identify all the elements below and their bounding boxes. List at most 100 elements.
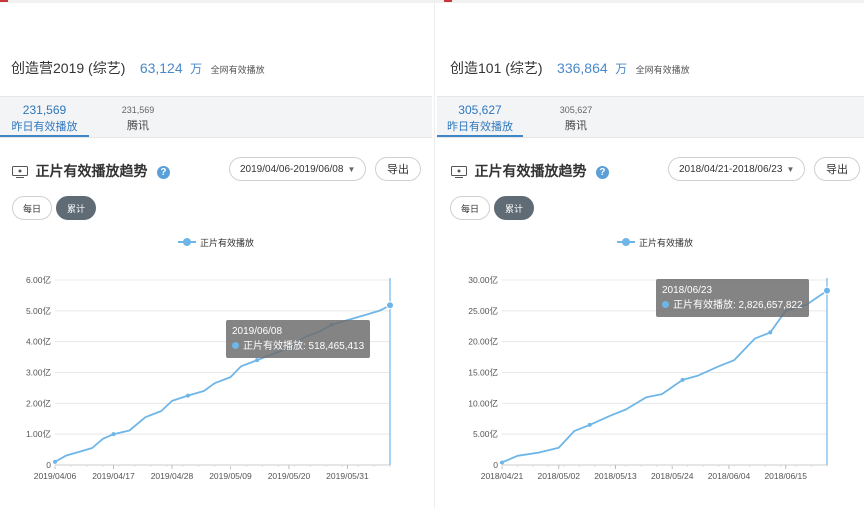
y-tick-label: 1.00亿 [26,429,51,439]
y-tick-label: 2.00亿 [26,398,51,408]
right-show-panel: 创造101 (综艺) 336,864 万 全网有效播放 305,627 昨日有效… [437,0,864,508]
trend-section-title: 正片有效播放趋势 ? [12,161,170,181]
x-tick-label: 2018/05/13 [594,471,637,481]
x-tick-label: 2019/05/09 [209,471,252,481]
data-point [500,460,504,465]
x-tick-label: 2018/05/02 [537,471,580,481]
tooltip-date: 2018/06/23 [662,285,713,296]
x-tick-label: 2018/06/04 [708,471,751,481]
export-button[interactable]: 导出 [375,157,421,181]
daily-toggle-button[interactable]: 每日 [12,196,52,220]
show-title[interactable]: 创造101 (综艺) [450,60,543,76]
x-tick-label: 2019/05/31 [326,471,369,481]
date-range-dropdown[interactable]: 2019/04/06-2019/06/08 ▼ [229,157,367,181]
data-point [680,377,685,382]
y-tick-label: 15.00亿 [468,368,498,378]
help-icon[interactable]: ? [156,166,170,179]
trend-title-text: 正片有效播放趋势 [35,163,148,179]
tv-icon [451,166,467,178]
tab-yesterday-views[interactable]: 231,569 昨日有效播放 [0,97,89,137]
y-tick-label: 3.00亿 [26,368,51,378]
y-tick-label: 5.00亿 [473,429,498,439]
x-tick-label: 2019/04/28 [151,471,194,481]
total-views-note: 全网有效播放 [210,65,265,75]
x-tick-label: 2018/05/24 [651,471,694,481]
data-point [111,432,116,437]
show-header: 创造101 (综艺) 336,864 万 全网有效播放 [450,58,690,78]
help-icon[interactable]: ? [595,166,609,179]
y-tick-label: 0 [493,460,498,470]
y-tick-label: 0 [46,460,51,470]
legend-label: 正片有效播放 [200,238,255,248]
platform-views-value: 305,627 [559,105,593,115]
platform-label: 腾讯 [127,120,149,132]
show-header: 创造营2019 (综艺) 63,124 万 全网有效播放 [11,58,265,78]
total-views-note: 全网有效播放 [635,65,690,75]
x-tick-label: 2019/04/06 [34,471,77,481]
y-tick-label: 6.00亿 [26,275,51,285]
tooltip-value-row: 正片有效播放: 2,826,657,822 [662,298,803,313]
tooltip-series-dot [232,342,239,349]
chart-legend[interactable]: 正片有效播放 [178,236,254,249]
tab-platform-tencent[interactable]: 231,569 腾讯 [108,97,168,137]
daily-toggle-button[interactable]: 每日 [450,196,490,220]
caret-down-icon: ▼ [786,165,795,174]
yesterday-views-value: 305,627 [458,103,502,117]
data-point [768,330,773,335]
legend-marker [178,238,196,246]
platform-views-value: 231,569 [121,105,155,115]
stats-bar: 231,569 昨日有效播放 231,569 腾讯 [0,96,432,138]
date-range-text: 2018/04/21-2018/06/23 [679,164,783,175]
data-point [255,358,260,363]
yesterday-views-label: 昨日有效播放 [11,121,78,133]
y-tick-label: 30.00亿 [468,275,498,285]
data-point [587,422,592,427]
tv-icon [12,166,28,178]
chart-legend[interactable]: 正片有效播放 [617,236,693,249]
cumulative-toggle-button[interactable]: 累计 [56,196,96,220]
legend-marker [617,238,635,246]
tooltip-value-row: 正片有效播放: 518,465,413 [232,339,364,354]
yesterday-views-label: 昨日有效播放 [447,121,513,133]
y-tick-label: 20.00亿 [468,337,498,347]
chart-tooltip: 2018/06/23 正片有效播放: 2,826,657,822 [656,279,809,317]
left-show-panel: 创造营2019 (综艺) 63,124 万 全网有效播放 231,569 昨日有… [0,0,432,508]
tab-yesterday-views[interactable]: 305,627 昨日有效播放 [437,97,523,137]
show-title[interactable]: 创造营2019 (综艺) [11,60,125,76]
trend-title-text: 正片有效播放趋势 [474,163,587,179]
highlight-point [386,301,394,310]
tab-platform-tencent[interactable]: 305,627 腾讯 [548,97,604,137]
tooltip-value: 正片有效播放: 518,465,413 [243,341,365,352]
trend-section-title: 正片有效播放趋势 ? [451,161,609,181]
y-tick-label: 4.00亿 [26,337,51,347]
total-views-count: 63,124 [139,60,183,76]
total-views-count: 336,864 [557,60,608,76]
cumulative-toggle-button[interactable]: 累计 [494,196,534,220]
highlight-point [823,286,831,295]
total-views-unit: 万 [615,62,628,76]
x-tick-label: 2019/04/17 [92,471,135,481]
y-tick-label: 10.00亿 [468,398,498,408]
cumulative-views-chart: 0 1.00亿 2.00亿 3.00亿 4.00亿 5.00亿 6.00亿 2019/04/0… [26,275,394,481]
x-tick-label: 2018/04/21 [481,471,524,481]
tooltip-series-dot [662,301,669,308]
x-tick-label: 2018/06/15 [764,471,807,481]
chart-tooltip: 2019/06/08 正片有效播放: 518,465,413 [226,320,371,358]
tooltip-date: 2019/06/08 [232,326,283,337]
stats-bar: 305,627 昨日有效播放 305,627 腾讯 [437,96,864,138]
date-range-text: 2019/04/06-2019/06/08 [240,164,344,175]
y-tick-label: 25.00亿 [468,306,498,316]
legend-label: 正片有效播放 [639,238,694,248]
tooltip-value: 正片有效播放: 2,826,657,822 [673,300,803,311]
date-range-dropdown[interactable]: 2018/04/21-2018/06/23 ▼ [668,157,806,181]
data-point [53,459,57,464]
y-tick-label: 5.00亿 [26,306,51,316]
x-tick-label: 2019/05/20 [268,471,311,481]
panel-divider [434,0,435,508]
total-views-unit: 万 [190,62,203,76]
yesterday-views-value: 231,569 [22,103,67,117]
data-point [185,393,190,398]
caret-down-icon: ▼ [347,165,356,174]
platform-label: 腾讯 [565,120,587,132]
export-button[interactable]: 导出 [814,157,860,181]
